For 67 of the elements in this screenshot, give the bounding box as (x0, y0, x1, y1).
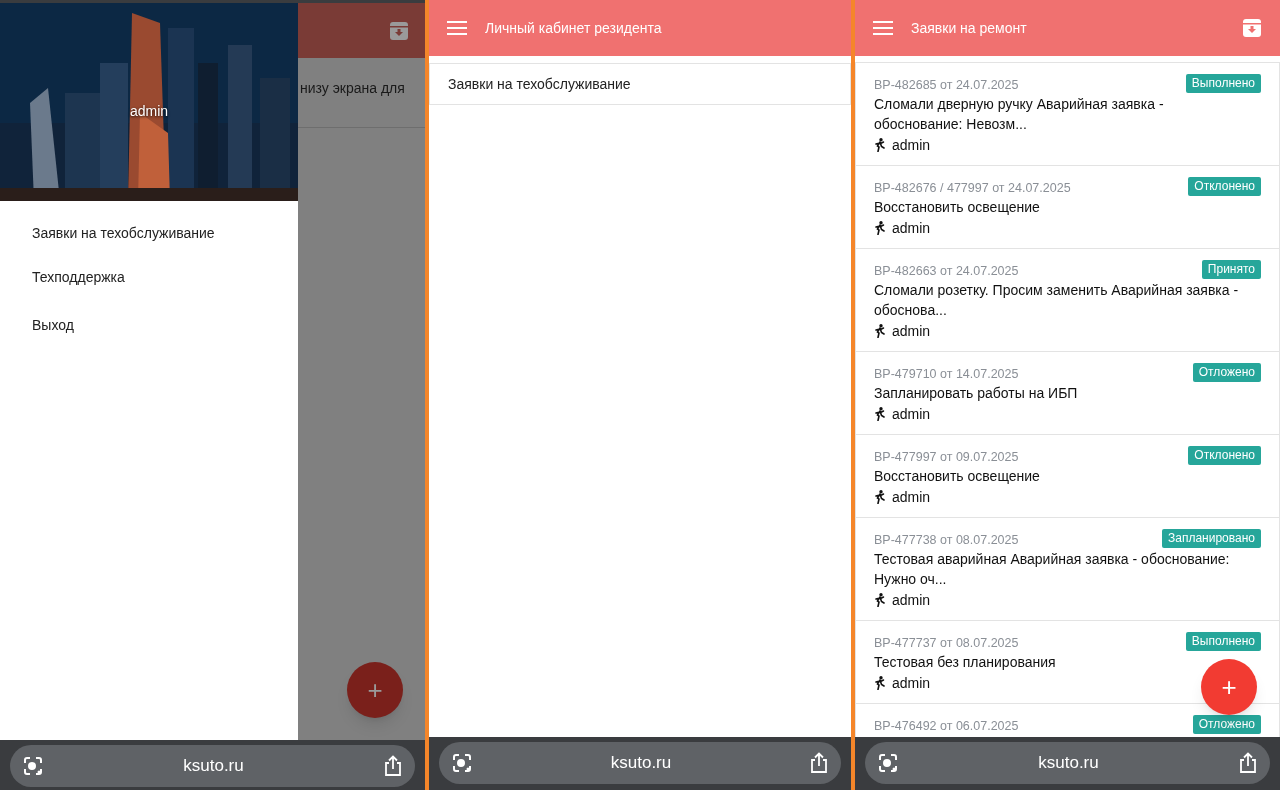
request-card[interactable]: ВР-482685 от 24.07.2025 Выполнено Сломали дверную ручку Аварийная заявка - обоснование: Невозм... admin (855, 62, 1280, 166)
request-title: Тестовая аварийная Аварийная заявка - обоснование: Нужно оч... (874, 550, 1231, 589)
menu-item[interactable]: Техподдержка (0, 255, 298, 299)
status-badge: Отклонено (1188, 446, 1261, 465)
request-title: Сломали розетку. Просим заменить Аварийная заявка - обоснова... (874, 281, 1240, 320)
address-bar[interactable]: ksuto.ru (439, 742, 841, 784)
archive-icon[interactable] (1242, 18, 1262, 38)
request-number: ВР-482685 от 24.07.2025 (874, 77, 1019, 94)
address-bar[interactable]: ksuto.ru (10, 745, 415, 787)
status-badge: Выполнено (1185, 632, 1261, 651)
menu-item[interactable]: Заявки на техобслуживание (0, 211, 298, 255)
author-name: admin (892, 674, 931, 693)
running-person-icon (874, 407, 886, 421)
lens-icon[interactable] (451, 752, 473, 774)
request-card[interactable]: ВР-482676 / 477997 от 24.07.2025 Отклонено Восстановить освещение admin (855, 165, 1280, 249)
share-icon[interactable] (1238, 752, 1258, 774)
lens-icon[interactable] (877, 752, 899, 774)
request-number: ВР-479710 от 14.07.2025 (874, 366, 1019, 383)
menu-icon[interactable] (873, 20, 893, 36)
author-name: admin (892, 136, 931, 155)
status-badge: Отложено (1192, 715, 1261, 734)
screen-title: Заявки на ремонт (911, 18, 1028, 38)
status-badge: Отклонено (1188, 177, 1261, 196)
request-number: ВР-482676 / 477997 от 24.07.2025 (874, 180, 1071, 197)
status-badge: Запланировано (1162, 529, 1261, 548)
request-number: ВР-477997 от 09.07.2025 (874, 449, 1019, 466)
menu-item[interactable]: Выход (0, 303, 298, 347)
add-button[interactable]: + (347, 662, 403, 718)
author-name: admin (892, 322, 931, 341)
running-person-icon (874, 138, 886, 152)
author-name: admin (892, 219, 931, 238)
request-title: Восстановить освещение (874, 467, 1040, 486)
share-icon[interactable] (809, 752, 829, 774)
url-text: ksuto.ru (183, 755, 244, 778)
screen-title: Личный кабинет резидента (485, 18, 663, 38)
author-name: admin (892, 405, 931, 424)
list-item[interactable]: Заявки на техобслуживание (429, 63, 851, 105)
request-number: ВР-476492 от 06.07.2025 (874, 718, 1019, 735)
archive-icon[interactable] (389, 20, 409, 41)
request-card[interactable]: ВР-477997 от 09.07.2025 Отклонено Восстановить освещение admin (855, 434, 1280, 518)
request-title: Восстановить освещение (874, 198, 1040, 217)
menu-icon[interactable] (447, 20, 467, 36)
request-card[interactable]: ВР-479710 от 14.07.2025 Отложено Запланировать работы на ИБП admin (855, 351, 1280, 435)
request-number: ВР-477737 от 08.07.2025 (874, 635, 1019, 652)
status-badge: Выполнено (1185, 74, 1261, 93)
address-bar[interactable]: ksuto.ru (865, 742, 1270, 784)
request-card[interactable]: ВР-477738 от 08.07.2025 Запланировано Тестовая аварийная Аварийная заявка - обоснование: Нужно оч... admin (855, 517, 1280, 621)
url-text: ksuto.ru (1038, 752, 1099, 775)
running-person-icon (874, 593, 886, 607)
share-icon[interactable] (383, 755, 403, 777)
running-person-icon (874, 490, 886, 504)
request-title: Тестовая без планирования (874, 653, 1056, 672)
running-person-icon (874, 221, 886, 235)
url-text: ksuto.ru (610, 752, 672, 775)
author-name: admin (892, 488, 931, 507)
request-card[interactable]: ВР-482663 от 24.07.2025 Принято Сломали розетку. Просим заменить Аварийная заявка - обоснова... admin (855, 248, 1280, 352)
request-title: Запланировать работы на ИБП (874, 384, 1078, 403)
request-number: ВР-477738 от 08.07.2025 (874, 532, 1019, 549)
author-name: admin (892, 591, 931, 610)
status-badge: Принято (1201, 260, 1261, 279)
list-item-text: низу экрана для (300, 80, 405, 96)
running-person-icon (874, 324, 886, 338)
running-person-icon (874, 676, 886, 690)
request-title: Сломали дверную ручку Аварийная заявка - обоснование: Невозм... (874, 95, 1165, 134)
status-badge: Отложено (1192, 363, 1261, 382)
lens-icon[interactable] (22, 755, 44, 777)
request-number: ВР-482663 от 24.07.2025 (874, 263, 1019, 280)
